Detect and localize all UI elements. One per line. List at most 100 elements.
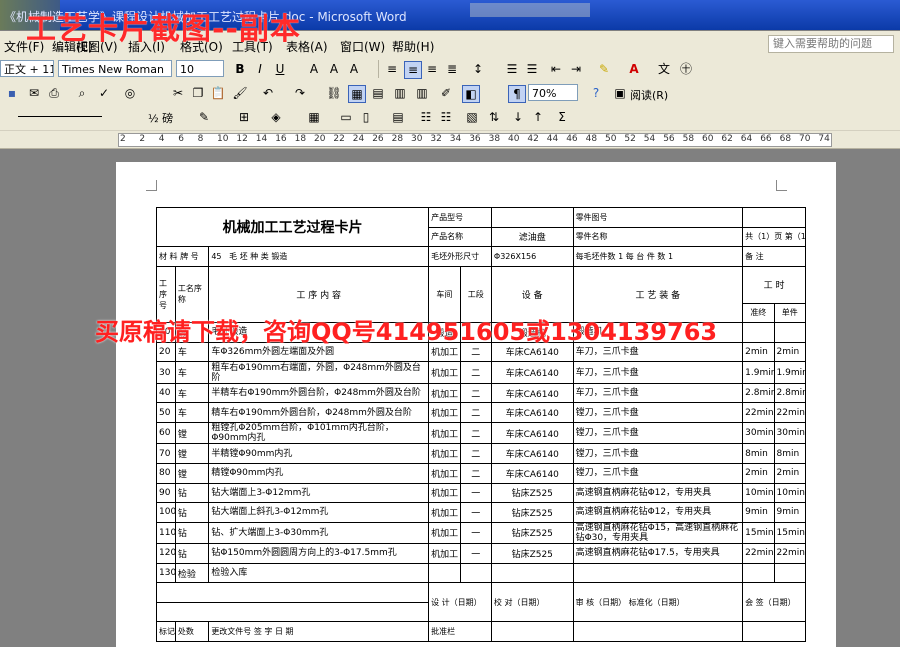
blank-size-value[interactable]: Φ326X156 — [490, 246, 574, 267]
align-left-icon[interactable]: ≡ — [384, 61, 400, 77]
row-workshop[interactable]: 机加工 — [428, 361, 461, 384]
row-op-name[interactable]: 车 — [174, 361, 210, 384]
row-op-name[interactable]: 镗 — [174, 463, 210, 484]
row-section[interactable]: 二 — [459, 402, 492, 423]
font-size-box[interactable]: 10 — [176, 60, 224, 77]
row-prep-time[interactable]: 30min — [742, 421, 775, 445]
read-mode-icon[interactable]: ▣ — [612, 85, 628, 101]
row-op-name[interactable]: 车 — [174, 402, 210, 423]
row-workshop[interactable]: 机加工 — [428, 443, 461, 465]
row-tooling[interactable]: 高速钢直柄麻花钻Φ12，专用夹具 — [572, 482, 744, 504]
row-content[interactable]: 检验入库 — [208, 562, 430, 584]
columns-icon[interactable]: ▥ — [414, 85, 430, 101]
row-op-no[interactable]: 60 — [156, 421, 176, 445]
row-op-no[interactable]: 80 — [156, 463, 176, 484]
row-content[interactable]: 半精镗Φ90mm内孔 — [208, 443, 430, 465]
row-unit-time[interactable]: 22min — [773, 402, 807, 423]
row-workshop[interactable]: 机加工 — [428, 543, 461, 564]
redo-icon[interactable]: ↷ — [292, 85, 308, 101]
horizontal-ruler[interactable]: 2 2 4 6 8 10 12 14 16 18 20 22 24 26 28 30 32 34 36 38 40 42 4… — [0, 131, 900, 149]
row-op-no[interactable]: 70 — [156, 443, 176, 465]
row-equipment[interactable]: 钻床Z525 — [490, 482, 574, 504]
row-workshop[interactable]: 机加工 — [428, 502, 461, 523]
char-border-icon[interactable]: A — [306, 61, 322, 77]
row-tooling[interactable]: 镗刀，三爪卡盘 — [572, 463, 744, 484]
read-mode-label[interactable]: 阅读(R) — [630, 87, 668, 103]
bullets-icon[interactable]: ☰ — [524, 61, 540, 77]
highlight-icon[interactable]: ✎ — [596, 61, 612, 77]
row-unit-time[interactable] — [773, 322, 807, 343]
row-equipment[interactable]: 车床CA6140 — [490, 421, 574, 445]
row-unit-time[interactable]: 2min — [773, 341, 807, 363]
font-color-icon[interactable]: A — [626, 61, 642, 77]
row-unit-time[interactable]: 2min — [773, 463, 807, 484]
font-box[interactable]: Times New Roman — [58, 60, 172, 77]
row-content[interactable]: 半精车右Φ190mm外圆台阶，Φ248mm外圆及台阶 — [208, 382, 430, 404]
row-tooling[interactable]: 镗刀，三爪卡盘 — [572, 402, 744, 423]
row-op-name[interactable]: 镗 — [174, 443, 210, 465]
row-op-no[interactable]: 120 — [156, 543, 176, 564]
permission-icon[interactable]: ✉ — [26, 85, 42, 101]
row-content[interactable]: 钻、扩大端面上3-Φ30mm孔 — [208, 521, 430, 545]
material-value[interactable]: 45 — [211, 252, 221, 261]
increase-indent-icon[interactable]: ⇥ — [568, 61, 584, 77]
row-tooling[interactable]: 车刀，三爪卡盘 — [572, 361, 744, 384]
spelling-icon[interactable]: ✓ — [96, 85, 112, 101]
row-op-no[interactable]: 30 — [156, 361, 176, 384]
row-equipment[interactable]: 钻床Z525 — [490, 521, 574, 545]
print-icon[interactable]: ⎙ — [46, 85, 62, 101]
justify-icon[interactable]: ≣ — [444, 61, 460, 77]
insert-excel-icon[interactable]: ▥ — [392, 85, 408, 101]
undo-icon[interactable]: ↶ — [260, 85, 276, 101]
row-tooling[interactable]: 高速钢直柄麻花钻Φ12，专用夹具 — [572, 502, 744, 523]
align-right-icon[interactable]: ≡ — [424, 61, 440, 77]
char-scale-icon[interactable]: A — [346, 61, 362, 77]
bold-icon[interactable]: B — [232, 61, 248, 77]
row-tooling[interactable]: 镗刀，三爪卡盘 — [572, 421, 744, 445]
per-unit-value[interactable]: 1 — [668, 252, 673, 261]
row-prep-time[interactable]: 8min — [742, 443, 775, 465]
row-prep-time[interactable]: 22min — [742, 402, 775, 423]
help-search-input[interactable]: 键入需要帮助的问题 — [768, 35, 894, 53]
row-op-no[interactable]: 50 — [156, 402, 176, 423]
research-icon[interactable]: ◎ — [122, 85, 138, 101]
row-unit-time[interactable]: 10min — [773, 482, 807, 504]
per-blank-value[interactable]: 1 — [618, 252, 623, 261]
row-prep-time[interactable]: 2.8min — [742, 382, 775, 404]
row-tooling[interactable]: 高速钢直柄麻花钻Φ15，高速钢直柄麻花钻Φ30，专用夹具 — [572, 521, 744, 545]
row-op-name[interactable]: 车 — [174, 382, 210, 404]
row-prep-time[interactable]: 2min — [742, 463, 775, 484]
borders-icon[interactable]: ⊞ — [236, 109, 252, 125]
hyperlink-icon[interactable]: ⛓ — [326, 85, 342, 101]
row-section[interactable]: 二 — [459, 382, 492, 404]
line-weight-box[interactable]: ½ 磅 — [148, 110, 173, 126]
row-equipment[interactable]: 车床CA6140 — [490, 402, 574, 423]
shading-color-icon[interactable]: ◈ — [268, 109, 284, 125]
row-tooling[interactable] — [572, 562, 744, 584]
format-painter-icon[interactable]: 🖌 — [232, 85, 248, 101]
insert-table-icon-2[interactable]: ▦ — [306, 109, 322, 125]
document-map-icon[interactable]: ◧ — [462, 85, 480, 103]
row-op-no[interactable]: 40 — [156, 382, 176, 404]
sort-ascending-icon[interactable]: ↓ — [510, 109, 526, 125]
print-preview-icon[interactable]: ⌕ — [74, 85, 90, 101]
row-equipment[interactable]: 钻床Z525 — [490, 502, 574, 523]
autoformat-icon[interactable]: ▧ — [464, 109, 480, 125]
row-section[interactable]: 二 — [459, 421, 492, 445]
row-tooling[interactable]: 车刀，三爪卡盘 — [572, 382, 744, 404]
row-op-name[interactable]: 检验 — [174, 562, 210, 584]
row-op-name[interactable]: 钻 — [174, 482, 210, 504]
row-content[interactable]: 钻Φ150mm外圆圆周方向上的3-Φ17.5mm孔 — [208, 543, 430, 564]
product-name-value[interactable]: 滤油盘 — [490, 226, 574, 248]
row-op-no[interactable]: 110 — [156, 521, 176, 545]
row-prep-time[interactable] — [742, 322, 775, 343]
insert-table-icon[interactable]: ▤ — [370, 85, 386, 101]
copy-icon[interactable]: ❐ — [190, 85, 206, 101]
row-equipment[interactable]: 车床CA6140 — [490, 382, 574, 404]
tables-borders-icon[interactable]: ▦ — [348, 85, 366, 103]
row-unit-time[interactable]: 1.9min — [773, 361, 807, 384]
distribute-columns-icon[interactable]: ☷ — [438, 109, 454, 125]
row-equipment[interactable]: 车床CA6140 — [490, 463, 574, 484]
row-section[interactable]: 一 — [459, 482, 492, 504]
row-section[interactable]: 一 — [459, 521, 492, 545]
